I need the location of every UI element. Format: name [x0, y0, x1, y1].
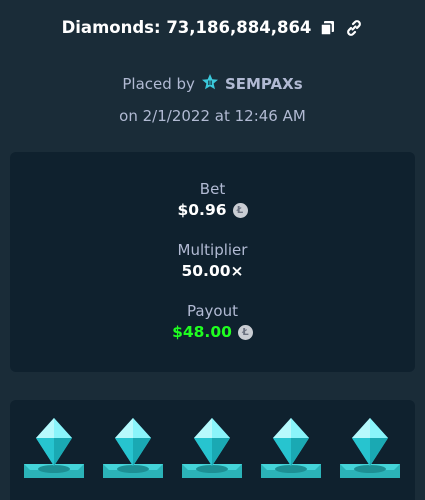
- multiplier-stat: Multiplier 50.00×: [10, 241, 415, 280]
- multiplier-value: 50.00×: [181, 262, 244, 280]
- gem-slot: [22, 414, 86, 480]
- gem-slot: [338, 414, 402, 480]
- diamonds-title: Diamonds: 73,186,884,864: [61, 18, 312, 37]
- placed-by-label: Placed by: [122, 75, 195, 93]
- username-link[interactable]: SEMPAXs: [225, 75, 303, 93]
- diamond-icon: [182, 418, 242, 478]
- link-icon[interactable]: [345, 19, 363, 37]
- bet-date: on 2/1/2022 at 12:46 AM: [119, 107, 306, 125]
- payout-value-row: $48.00 Ł: [172, 323, 253, 341]
- diamond-icon: [340, 418, 400, 478]
- gem-slot: [259, 414, 323, 480]
- copy-icon[interactable]: [319, 19, 337, 37]
- bet-stat: Bet $0.96 Ł: [10, 180, 415, 219]
- gem-slot: [101, 414, 165, 480]
- diamond-icon: [24, 418, 84, 478]
- litecoin-icon: Ł: [232, 202, 248, 218]
- bet-label: Bet: [199, 180, 226, 198]
- litecoin-icon: Ł: [237, 324, 253, 340]
- gem-slot: [180, 414, 244, 480]
- diamond-icon: [103, 418, 163, 478]
- payout-label: Payout: [186, 302, 238, 320]
- payout-stat: Payout $48.00 Ł: [10, 302, 415, 341]
- diamond-icon: [261, 418, 321, 478]
- placed-by: Placed by II SEMPAXs: [0, 73, 425, 95]
- payout-value: $48.00: [172, 323, 232, 341]
- header: Diamonds: 73,186,884,864: [0, 18, 425, 37]
- bet-value-row: $0.96 Ł: [177, 201, 248, 219]
- star-badge-icon: II: [201, 73, 219, 95]
- bet-value: $0.96: [177, 201, 227, 219]
- game-board: [10, 400, 415, 500]
- svg-text:II: II: [208, 80, 212, 87]
- bet-details-card: Bet $0.96 Ł Multiplier 50.00× Payout $48…: [10, 152, 415, 372]
- multiplier-label: Multiplier: [177, 241, 248, 259]
